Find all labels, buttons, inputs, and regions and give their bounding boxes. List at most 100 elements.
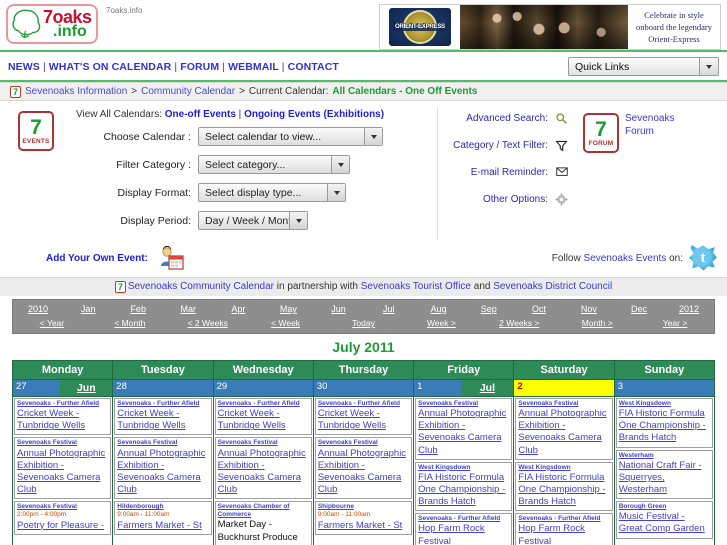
month-nav-oct[interactable]: Oct [514, 302, 564, 316]
event-category[interactable]: Sevenoaks - Further Afield [117, 400, 208, 408]
event-item[interactable]: West Kingsdown FIA Historic Formula One … [615, 398, 713, 448]
email-reminder-option[interactable]: E-mail Reminder: [438, 165, 569, 179]
month-nav-dec[interactable]: Dec [614, 302, 664, 316]
event-item[interactable]: Shipbourne 9:00am - 11:00am Farmers Mark… [314, 501, 413, 535]
month-nav-jul[interactable]: Jul [364, 302, 414, 316]
event-title[interactable]: Cricket Week - Tunbridge Wells [117, 408, 208, 432]
date-cell-today[interactable]: 2 [513, 379, 615, 397]
event-item[interactable]: West Kingsdown FIA Historic Formula One … [515, 461, 613, 512]
event-title[interactable]: Farmers Market - St [117, 520, 208, 532]
filter-category-select[interactable]: Select category... [198, 155, 350, 174]
link-one-off-events[interactable]: One-off Events [165, 109, 236, 120]
forum-promo[interactable]: 7 FORUM Sevenoaks Forum [577, 107, 727, 239]
event-item[interactable]: Borough Green Music Festival - Great Com… [615, 501, 713, 539]
event-item[interactable]: Sevenoaks Festival Annual Photographic E… [415, 398, 513, 460]
event-category[interactable]: Sevenoaks - Further Afield [418, 515, 509, 523]
event-item[interactable]: Sevenoaks Chamber of Commerce Market Day… [214, 501, 312, 545]
add-event-calendar-icon[interactable] [158, 245, 184, 270]
event-title[interactable]: Annual Photographic Exhibition - Sevenoa… [318, 448, 409, 497]
month-nav-feb[interactable]: Feb [113, 302, 163, 316]
date-cell[interactable]: 29 [212, 379, 314, 397]
event-title[interactable]: Poetry for Pleasure - [17, 520, 108, 532]
display-format-select[interactable]: Select display type... [198, 183, 346, 202]
other-options-option[interactable]: Other Options: [438, 192, 569, 206]
event-item[interactable]: Sevenoaks Festival Annual Photographic E… [314, 437, 413, 500]
nav-next-week[interactable]: Week > [402, 316, 480, 330]
event-item[interactable]: Sevenoaks - Further Afield Cricket Week … [314, 398, 413, 436]
event-item[interactable]: Sevenoaks - Further Afield Cricket Week … [214, 398, 312, 436]
event-title[interactable]: Cricket Week - Tunbridge Wells [218, 408, 309, 432]
partnership-district-council-link[interactable]: Sevenoaks District Council [493, 281, 612, 292]
event-title[interactable]: Cricket Week - Tunbridge Wells [17, 408, 108, 432]
event-title[interactable]: FIA Historic Formula One Championship - … [518, 472, 609, 508]
event-category[interactable]: Hildenborough [117, 503, 208, 511]
event-item[interactable]: West Kingsdown FIA Historic Formula One … [415, 461, 513, 512]
month-nav-jun[interactable]: Jun [313, 302, 363, 316]
breadcrumb-community-calendar[interactable]: Community Calendar [141, 86, 235, 97]
event-title[interactable]: National Craft Fair - Squerryes, Westerh… [619, 460, 710, 496]
nav-link-news[interactable]: NEWS [8, 61, 40, 73]
event-title[interactable]: Music Festival - Great Comp Garden [619, 511, 710, 535]
date-cell[interactable]: 3 [613, 379, 716, 397]
event-category[interactable]: Sevenoaks Festival [17, 503, 108, 511]
event-category[interactable]: West Kingsdown [619, 400, 710, 408]
event-title[interactable]: FIA Historic Formula One Championship - … [619, 408, 710, 444]
nav-prev-month[interactable]: < Month [91, 316, 169, 330]
event-title[interactable]: Farmers Market - St [318, 520, 409, 532]
advanced-search-option[interactable]: Advanced Search: [438, 111, 569, 125]
event-item[interactable]: Sevenoaks Festival Annual Photographic E… [114, 437, 212, 500]
month-nav-2010[interactable]: 2010 [13, 302, 63, 316]
partnership-tourist-office-link[interactable]: Sevenoaks Tourist Office [361, 281, 471, 292]
event-title[interactable]: Annual Photographic Exhibition - Sevenoa… [17, 448, 108, 497]
envelope-icon[interactable] [554, 165, 569, 179]
magnifier-icon[interactable] [554, 111, 569, 125]
nav-link-forum[interactable]: FORUM [180, 61, 219, 73]
month-tag[interactable]: Jul [461, 380, 514, 396]
event-title[interactable]: Cricket Week - Tunbridge Wells [318, 408, 409, 432]
event-title[interactable]: Annual Photographic Exhibition - Sevenoa… [117, 448, 208, 497]
date-cell[interactable]: 28 [112, 379, 214, 397]
event-category[interactable]: West Kingsdown [418, 464, 509, 472]
month-nav-may[interactable]: May [263, 302, 313, 316]
nav-prev-2-weeks[interactable]: < 2 Weeks [169, 316, 247, 330]
category-text-filter-option[interactable]: Category / Text Filter: [438, 138, 569, 152]
event-item[interactable]: Sevenoaks Festival Annual Photographic E… [214, 437, 312, 500]
event-title[interactable]: Hop Farm Rock Festival [418, 523, 509, 545]
nav-next-year[interactable]: Year > [636, 316, 714, 330]
event-item[interactable]: Hildenborough 9:00am - 11:00am Farmers M… [114, 501, 212, 535]
month-nav-nov[interactable]: Nov [564, 302, 614, 316]
nav-today[interactable]: Today [325, 316, 403, 330]
nav-next-2-weeks[interactable]: 2 Weeks > [480, 316, 558, 330]
event-title[interactable]: Annual Photographic Exhibition - Sevenoa… [418, 408, 509, 457]
month-nav-mar[interactable]: Mar [163, 302, 213, 316]
event-category[interactable]: Shipbourne [318, 503, 409, 511]
event-category[interactable]: Sevenoaks Festival [518, 400, 609, 408]
event-category[interactable]: Sevenoaks Chamber of Commerce [218, 503, 309, 519]
breadcrumb-sevenoaks-information[interactable]: Sevenoaks Information [25, 86, 127, 97]
event-category[interactable]: Sevenoaks Festival [418, 400, 509, 408]
event-item[interactable]: Sevenoaks Festival Annual Photographic E… [515, 398, 613, 460]
nav-prev-year[interactable]: < Year [13, 316, 91, 330]
event-item[interactable]: Westerham National Craft Fair - Squerrye… [615, 449, 713, 500]
nav-prev-week[interactable]: < Week [247, 316, 325, 330]
quick-links-select[interactable]: Quick Links [568, 57, 719, 76]
funnel-icon[interactable] [554, 138, 569, 152]
event-title[interactable]: Hop Farm Rock Festival [518, 523, 609, 545]
event-title[interactable]: FIA Historic Formula One Championship - … [418, 472, 509, 508]
event-title[interactable]: Market Day - Buckhurst Produce Market - … [218, 519, 309, 545]
nav-next-month[interactable]: Month > [558, 316, 636, 330]
event-category[interactable]: Sevenoaks - Further Afield [518, 515, 609, 523]
event-item[interactable]: Sevenoaks Festival 2:00pm - 4:00pm Poetr… [14, 501, 112, 535]
event-category[interactable]: Sevenoaks Festival [218, 439, 309, 447]
gear-icon[interactable] [554, 192, 569, 206]
link-ongoing-events[interactable]: Ongoing Events (Exhibitions) [244, 109, 384, 120]
nav-link-whats-on-calendar[interactable]: WHAT'S ON CALENDAR [49, 61, 172, 73]
event-item[interactable]: Sevenoaks - Further Afield Cricket Week … [114, 398, 212, 436]
event-item[interactable]: Sevenoaks - Further Afield Hop Farm Rock… [515, 513, 613, 545]
month-nav-2012[interactable]: 2012 [664, 302, 714, 316]
event-item[interactable]: Sevenoaks - Further Afield Cricket Week … [14, 398, 112, 436]
event-category[interactable]: Sevenoaks - Further Afield [318, 400, 409, 408]
month-nav-sep[interactable]: Sep [464, 302, 514, 316]
site-logo[interactable]: 7oaks .info [6, 4, 98, 44]
twitter-bird-icon[interactable]: t [689, 245, 717, 271]
